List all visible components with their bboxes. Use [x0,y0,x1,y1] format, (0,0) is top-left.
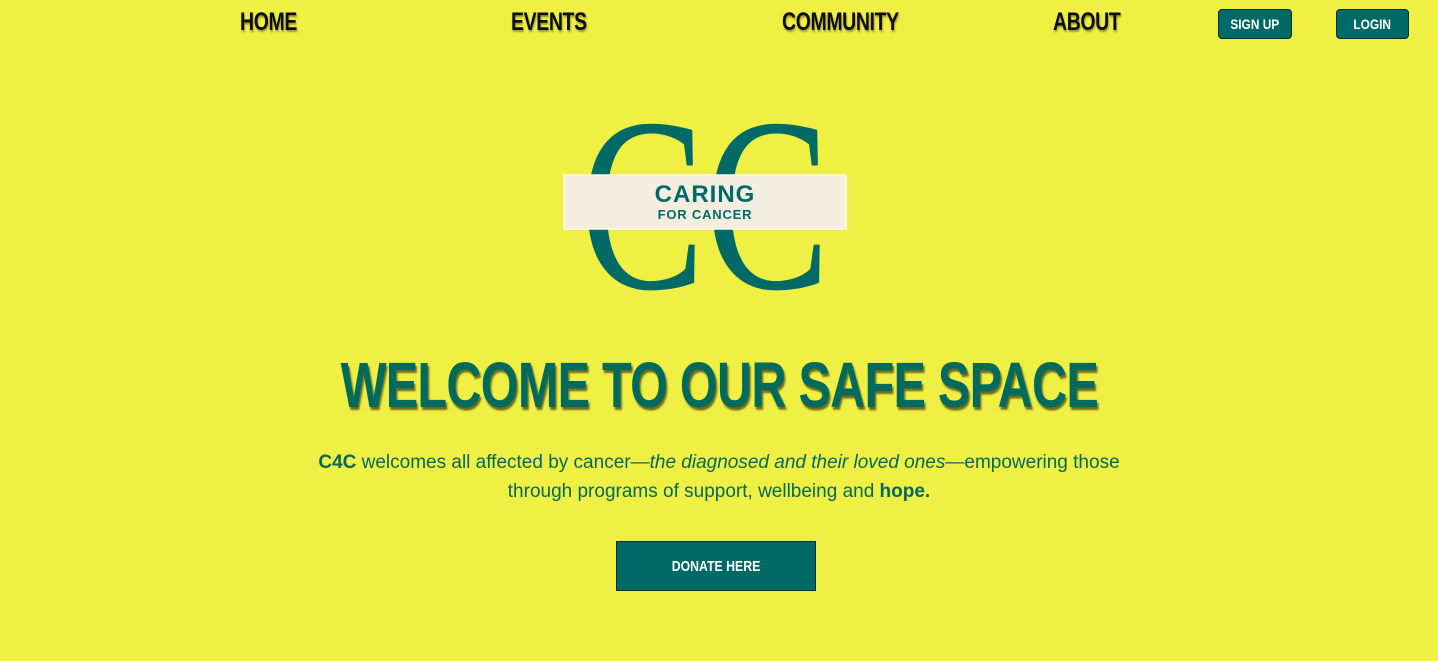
sign-up-label: SIGN UP [1230,16,1280,32]
home-page: HOME EVENTS COMMUNITY ABOUT SIGN UP LOGI… [0,0,1438,661]
logo-graphic: CC CARING FOR CANCER [563,100,847,292]
hero-headline-text: WELCOME TO OUR SAFE SPACE [340,349,1098,421]
logo-line-caring: CARING [655,181,756,208]
sign-up-button[interactable]: SIGN UP [1218,9,1292,39]
login-label: LOGIN [1353,16,1392,32]
login-button[interactable]: LOGIN [1336,9,1409,39]
nav-about-link[interactable]: ABOUT [1053,8,1121,37]
nav-home-link[interactable]: HOME [240,8,297,37]
tagline-brand: C4C [318,452,357,473]
nav-events-link[interactable]: EVENTS [511,8,587,37]
caring-for-cancer-logo: CC CARING FOR CANCER [560,100,850,292]
logo-line-for-cancer: FOR CANCER [658,207,753,222]
hero-tagline: C4C welcomes all affected by cancer—the … [290,448,1148,506]
tagline-part-1: welcomes all affected by cancer— [356,452,650,473]
hero-headline: WELCOME TO OUR SAFE SPACE [0,348,1438,422]
tagline-hope: hope. [879,481,931,502]
tagline-italic: the diagnosed and their loved ones [649,452,946,473]
donate-button[interactable]: DONATE HERE [616,541,816,591]
nav-community-link[interactable]: COMMUNITY [782,8,899,37]
donate-label: DONATE HERE [671,557,761,575]
